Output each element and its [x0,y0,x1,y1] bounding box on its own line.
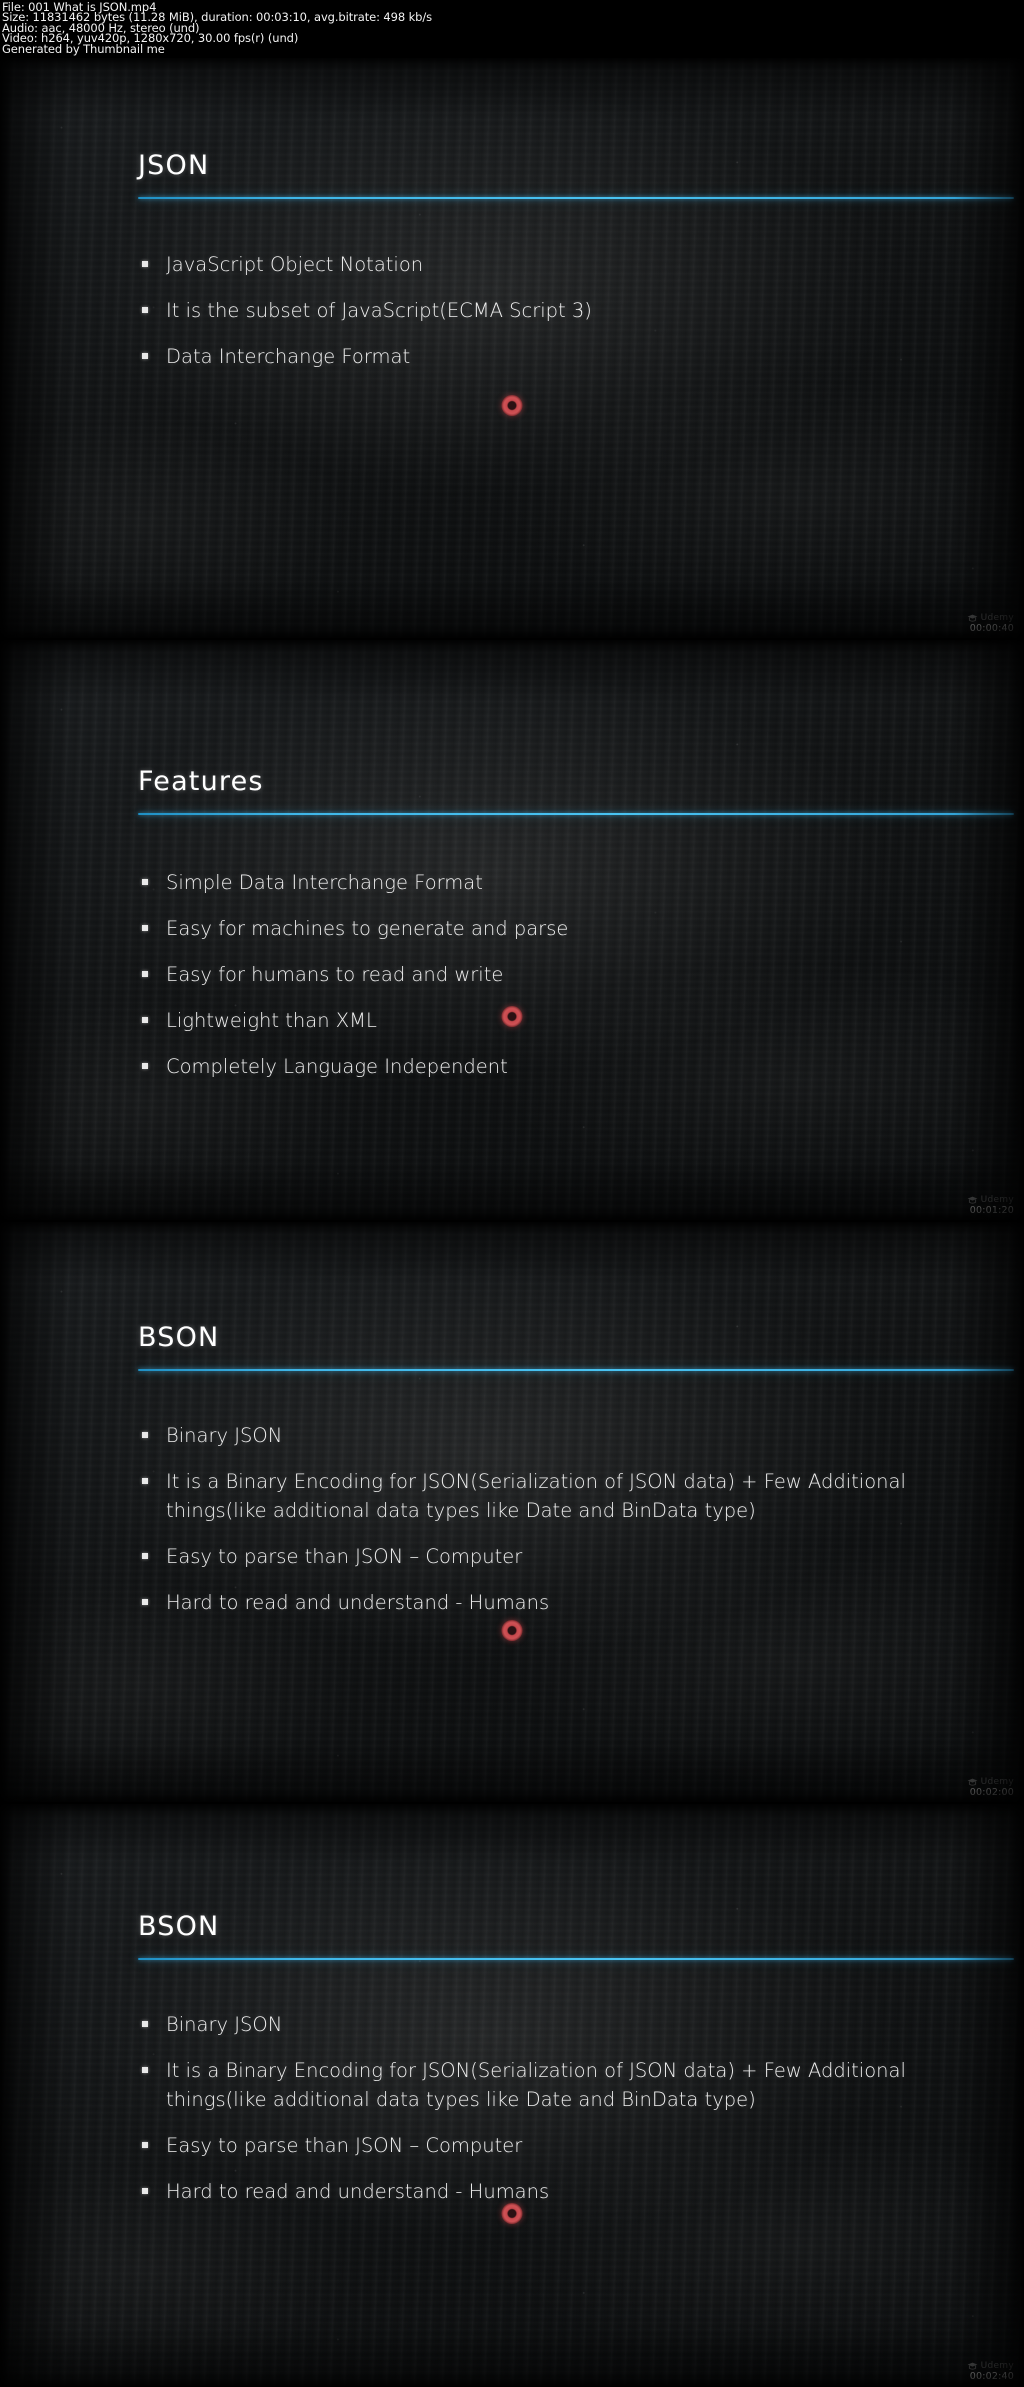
thumbnail-timestamp: 00:02:00 [969,1787,1014,1799]
slide-title: BSON [138,1911,220,1942]
brand-name: Udemy [980,2360,1014,2371]
bullet-square-icon [142,2188,148,2194]
bullet-item: Easy for humans to read and write [138,960,994,989]
video-thumbnail-1[interactable]: JSON JavaScript Object Notation It is the … [0,58,1024,640]
bullet-text: Completely Language Independent [166,1055,508,1078]
bullet-square-icon [142,2142,148,2148]
bullet-text: It is a Binary Encoding for JSON(Seriali… [166,1470,906,1522]
graduation-cap-icon [967,614,977,622]
bullet-item: Easy for machines to generate and parse [138,914,994,943]
bullet-item: Completely Language Independent [138,1052,994,1081]
slide-content: Features Simple Data Interchange Format Ea… [0,640,1024,1220]
slide-content: JSON JavaScript Object Notation It is the … [0,58,1024,638]
bullet-item: Simple Data Interchange Format [138,868,994,897]
bullet-square-icon [142,307,148,313]
bullet-square-icon [142,971,148,977]
brand-watermark: Udemy [967,612,1014,623]
bullet-item: Binary JSON [138,2010,994,2039]
bullet-square-icon [142,353,148,359]
bullet-text: JavaScript Object Notation [166,253,424,276]
watermark-block: Udemy 00:01:20 [967,1194,1014,1217]
bullet-square-icon [142,925,148,931]
bullet-list: Binary JSON It is a Binary Encoding for J… [138,2010,994,2223]
brand-watermark: Udemy [967,1194,1014,1205]
watermark-block: Udemy 00:00:40 [967,612,1014,635]
video-thumbnail-3[interactable]: BSON Binary JSON It is a Binary Encoding f… [0,1222,1024,1804]
slide-title: BSON [138,1322,220,1353]
bullet-item: It is a Binary Encoding for JSON(Seriali… [138,1467,994,1525]
bullet-item: Hard to read and understand - Humans [138,2177,994,2206]
bullet-square-icon [142,2021,148,2027]
bullet-item: It is the subset of JavaScript(ECMA Scri… [138,296,994,325]
bullet-text: Easy to parse than JSON – Computer [166,1545,523,1568]
bullet-text: Binary JSON [166,1424,283,1447]
bullet-text: Data Interchange Format [166,345,411,368]
bullet-square-icon [142,1432,148,1438]
bullet-text: It is the subset of JavaScript(ECMA Scri… [166,299,592,322]
slide-content: BSON Binary JSON It is a Binary Encoding f… [0,1804,1024,2386]
bullet-square-icon [142,1553,148,1559]
record-dot-icon [501,395,523,416]
watermark-block: Udemy 00:02:00 [967,1776,1014,1799]
brand-name: Udemy [980,1194,1014,1205]
title-underline-rule [138,1369,1014,1371]
video-metadata-header: File: 001 What is JSON.mp4 Size: 1183146… [0,0,1024,58]
brand-watermark: Udemy [967,1776,1014,1787]
title-underline-rule [138,1958,1014,1960]
record-dot-icon [501,2203,523,2224]
bullet-square-icon [142,1063,148,1069]
slide-title: JSON [138,150,210,181]
graduation-cap-icon [967,1778,977,1786]
brand-watermark: Udemy [967,2360,1014,2371]
bullet-item: Easy to parse than JSON – Computer [138,2131,994,2160]
bullet-item: Easy to parse than JSON – Computer [138,1542,994,1571]
bullet-square-icon [142,1599,148,1605]
thumbnail-timestamp: 00:02:40 [969,2371,1014,2383]
bullet-item: Data Interchange Format [138,342,994,371]
record-dot-icon [501,1006,523,1027]
graduation-cap-icon [967,2362,977,2370]
bullet-square-icon [142,2067,148,2073]
video-thumbnail-4[interactable]: BSON Binary JSON It is a Binary Encoding f… [0,1804,1024,2386]
bullet-list: JavaScript Object Notation It is the subs… [138,250,994,388]
bullet-list: Binary JSON It is a Binary Encoding for J… [138,1421,994,1634]
bullet-text: Lightweight than XML [166,1009,377,1032]
thumbnail-timestamp: 00:01:20 [969,1205,1014,1217]
bullet-text: Easy for machines to generate and parse [166,917,569,940]
bullet-text: Simple Data Interchange Format [166,871,483,894]
slide-title: Features [138,766,264,797]
bullet-square-icon [142,879,148,885]
bullet-item: Hard to read and understand - Humans [138,1588,994,1617]
bullet-square-icon [142,1017,148,1023]
bullet-item: Lightweight than XML [138,1006,994,1035]
bullet-item: JavaScript Object Notation [138,250,994,279]
video-thumbnail-2[interactable]: Features Simple Data Interchange Format Ea… [0,640,1024,1222]
slide-content: BSON Binary JSON It is a Binary Encoding f… [0,1222,1024,1802]
brand-name: Udemy [980,1776,1014,1787]
bullet-item: It is a Binary Encoding for JSON(Seriali… [138,2056,994,2114]
bullet-text: Hard to read and understand - Humans [166,1591,550,1614]
watermark-block: Udemy 00:02:40 [967,2360,1014,2383]
title-underline-rule [138,197,1014,199]
bullet-list: Simple Data Interchange Format Easy for m… [138,868,994,1098]
bullet-item: Binary JSON [138,1421,994,1450]
thumbnail-grid: JSON JavaScript Object Notation It is the … [0,58,1024,2387]
bullet-text: Binary JSON [166,2013,283,2036]
bullet-text: Easy for humans to read and write [166,963,504,986]
bullet-square-icon [142,261,148,267]
record-dot-icon [501,1620,523,1641]
thumbnail-timestamp: 00:00:40 [969,623,1014,635]
brand-name: Udemy [980,612,1014,623]
bullet-text: Easy to parse than JSON – Computer [166,2134,523,2157]
bullet-text: Hard to read and understand - Humans [166,2180,550,2203]
graduation-cap-icon [967,1196,977,1204]
title-underline-rule [138,813,1014,815]
bullet-text: It is a Binary Encoding for JSON(Seriali… [166,2059,906,2111]
metadata-generator-line: Generated by Thumbnail me [2,41,165,56]
bullet-square-icon [142,1478,148,1484]
